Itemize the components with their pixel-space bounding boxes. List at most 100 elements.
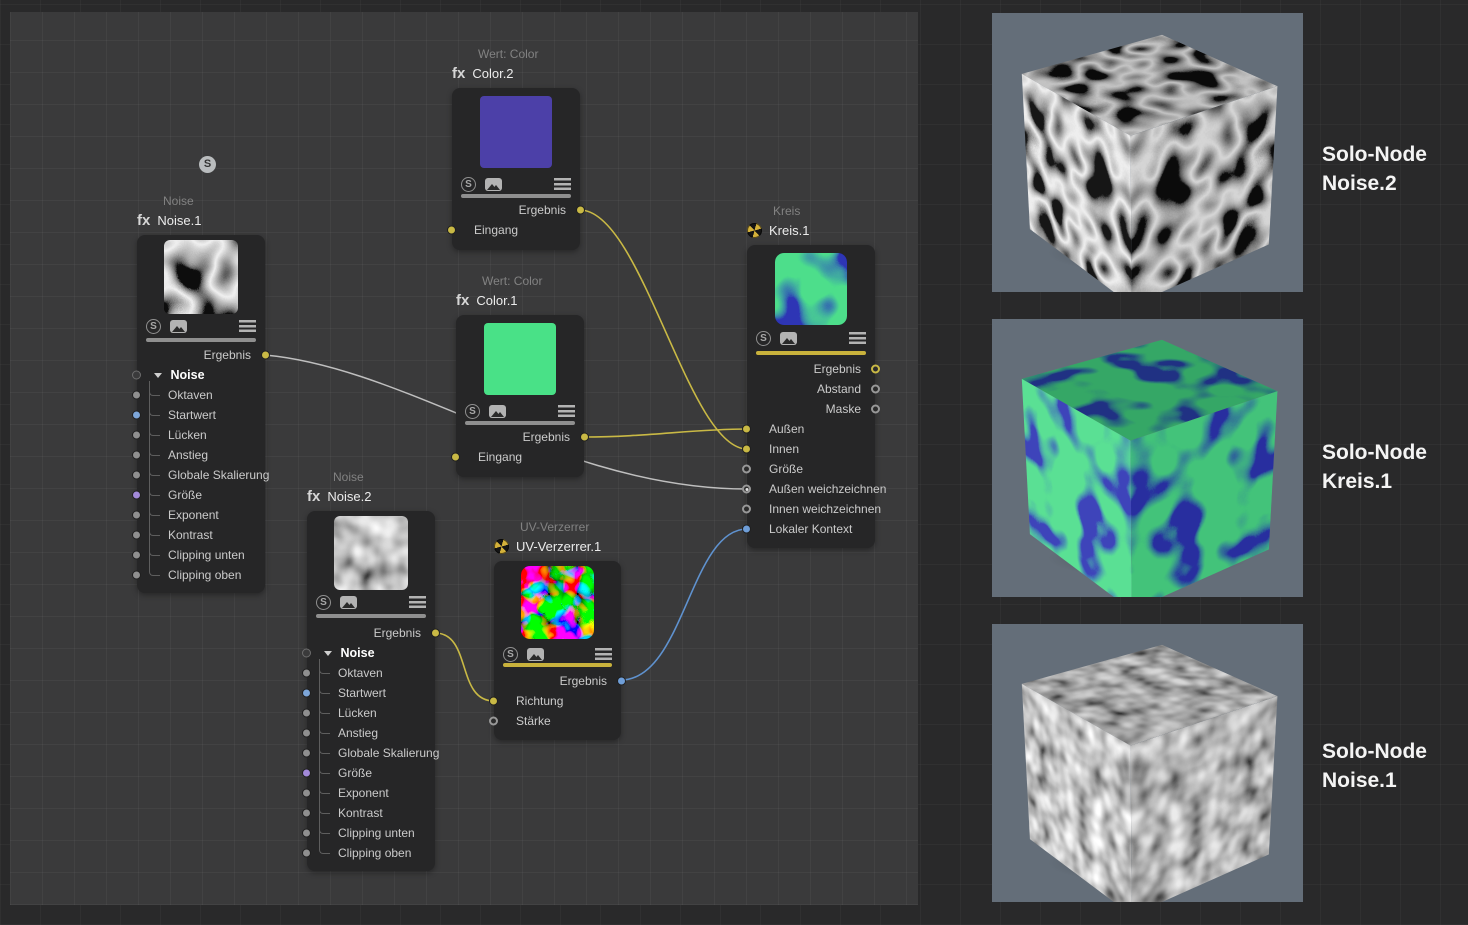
input-innen[interactable]: Innen — [747, 440, 875, 458]
output-port[interactable] — [871, 385, 880, 394]
output-port[interactable] — [871, 405, 880, 414]
menu-icon[interactable] — [554, 178, 571, 190]
solo-badge[interactable]: S — [199, 156, 216, 173]
input-port[interactable] — [132, 551, 141, 560]
input-port[interactable] — [132, 431, 141, 440]
menu-icon[interactable] — [595, 648, 612, 660]
input-port[interactable] — [742, 445, 751, 454]
output-port[interactable] — [617, 677, 626, 686]
group-port[interactable] — [302, 649, 311, 658]
node-body-color1[interactable]: S Ergebnis Eingang — [456, 315, 584, 477]
port-row[interactable]: Kontrast — [137, 526, 265, 544]
output-port[interactable] — [871, 365, 880, 374]
input-port[interactable] — [302, 789, 311, 798]
input-port[interactable] — [132, 511, 141, 520]
kreis1-preview[interactable] — [775, 253, 847, 325]
port-row[interactable]: Startwert — [307, 684, 435, 702]
input-port[interactable] — [302, 849, 311, 858]
port-row[interactable]: Globale Skalierung — [137, 466, 265, 484]
preview-size-slider[interactable] — [503, 663, 612, 667]
preview-image-icon[interactable] — [489, 405, 506, 418]
node-body-noise2[interactable]: S Ergebnis Noise Oktaven Startwert Lücke… — [307, 511, 435, 871]
preview-image-icon[interactable] — [527, 648, 544, 661]
node-body-color2[interactable]: S Ergebnis Eingang — [452, 88, 580, 250]
input-richtung[interactable]: Richtung — [494, 692, 621, 710]
output-port[interactable] — [261, 351, 270, 360]
color-swatch[interactable] — [484, 323, 556, 395]
port-row[interactable]: Größe — [307, 764, 435, 782]
collapse-arrow-icon[interactable] — [154, 373, 162, 378]
input-port[interactable] — [132, 391, 141, 400]
node-body-uv1[interactable]: S Ergebnis Richtung Stärke — [494, 561, 621, 740]
group-port[interactable] — [132, 371, 141, 380]
preview-image-icon[interactable] — [780, 332, 797, 345]
input-eingang[interactable]: Eingang — [456, 448, 584, 466]
input-aussen[interactable]: Außen — [747, 420, 875, 438]
noise2-preview[interactable] — [334, 516, 408, 590]
port-row[interactable]: Lücken — [307, 704, 435, 722]
port-row[interactable]: Startwert — [137, 406, 265, 424]
menu-icon[interactable] — [558, 405, 575, 417]
input-port[interactable] — [742, 525, 751, 534]
input-staerke[interactable]: Stärke — [494, 712, 621, 730]
input-port[interactable] — [132, 571, 141, 580]
input-port[interactable] — [489, 697, 498, 706]
port-row[interactable]: Globale Skalierung — [307, 744, 435, 762]
input-port[interactable] — [302, 729, 311, 738]
input-port[interactable] — [302, 709, 311, 718]
port-row[interactable]: Clipping oben — [307, 844, 435, 862]
input-port[interactable] — [451, 453, 460, 462]
input-port[interactable] — [742, 485, 751, 494]
input-port[interactable] — [742, 505, 751, 514]
input-port[interactable] — [302, 749, 311, 758]
preview-size-slider[interactable] — [461, 194, 571, 198]
input-port[interactable] — [132, 411, 141, 420]
port-row[interactable]: Clipping unten — [137, 546, 265, 564]
input-aussen-weichzeichnen[interactable]: Außen weichzeichnen — [747, 480, 875, 498]
preview-size-slider[interactable] — [465, 421, 575, 425]
solo-toggle-icon[interactable]: S — [756, 331, 771, 346]
port-row[interactable]: Clipping unten — [307, 824, 435, 842]
preview-image-icon[interactable] — [170, 320, 187, 333]
input-port[interactable] — [302, 769, 311, 778]
input-lokaler-kontext[interactable]: Lokaler Kontext — [747, 520, 875, 538]
port-row[interactable]: Exponent — [307, 784, 435, 802]
input-innen-weichzeichnen[interactable]: Innen weichzeichnen — [747, 500, 875, 518]
solo-toggle-icon[interactable]: S — [465, 404, 480, 419]
port-row[interactable]: Anstieg — [307, 724, 435, 742]
solo-toggle-icon[interactable]: S — [461, 177, 476, 192]
port-row[interactable]: Anstieg — [137, 446, 265, 464]
output-port[interactable] — [580, 433, 589, 442]
input-port[interactable] — [132, 451, 141, 460]
input-port[interactable] — [447, 226, 456, 235]
preview-image-icon[interactable] — [340, 596, 357, 609]
node-body-noise1[interactable]: S Ergebnis Noise Oktaven Startwert Lücke… — [137, 235, 265, 593]
input-port[interactable] — [302, 669, 311, 678]
input-port[interactable] — [489, 717, 498, 726]
color-swatch[interactable] — [480, 96, 552, 168]
group-noise[interactable]: Noise — [307, 644, 435, 662]
noise1-preview[interactable] — [164, 240, 238, 314]
preview-size-slider[interactable] — [316, 614, 426, 618]
collapse-arrow-icon[interactable] — [324, 651, 332, 656]
solo-toggle-icon[interactable]: S — [316, 595, 331, 610]
port-row[interactable]: Oktaven — [307, 664, 435, 682]
input-port[interactable] — [742, 465, 751, 474]
port-row[interactable]: Lücken — [137, 426, 265, 444]
input-port[interactable] — [302, 809, 311, 818]
preview-image-icon[interactable] — [485, 178, 502, 191]
menu-icon[interactable] — [239, 320, 256, 332]
solo-toggle-icon[interactable]: S — [146, 319, 161, 334]
port-row[interactable]: Oktaven — [137, 386, 265, 404]
output-port[interactable] — [431, 629, 440, 638]
port-row[interactable]: Größe — [137, 486, 265, 504]
port-row[interactable]: Clipping oben — [137, 566, 265, 584]
input-port[interactable] — [132, 531, 141, 540]
menu-icon[interactable] — [849, 332, 866, 344]
input-port[interactable] — [302, 829, 311, 838]
group-noise[interactable]: Noise — [137, 366, 265, 384]
input-port[interactable] — [742, 425, 751, 434]
solo-toggle-icon[interactable]: S — [503, 647, 518, 662]
menu-icon[interactable] — [409, 596, 426, 608]
uv1-preview[interactable] — [521, 566, 594, 639]
